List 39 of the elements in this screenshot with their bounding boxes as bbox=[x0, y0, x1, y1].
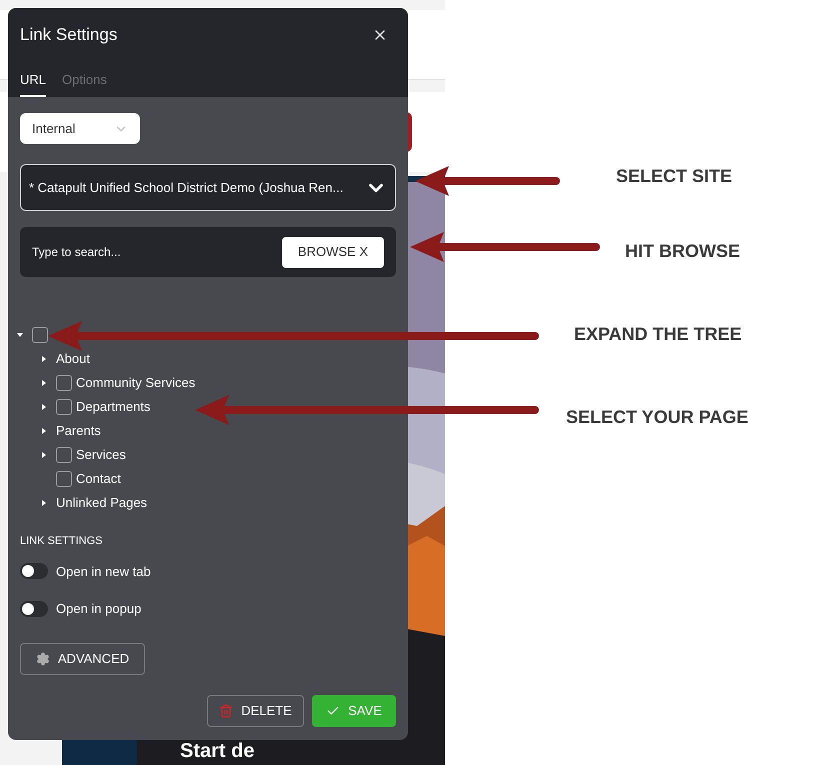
tab[interactable]: URL bbox=[20, 70, 46, 97]
link-type-select[interactable]: Internal bbox=[20, 113, 140, 144]
annotation-label: HIT BROWSE bbox=[625, 240, 740, 263]
checkbox[interactable] bbox=[56, 399, 72, 415]
delete-button[interactable]: DELETE bbox=[207, 694, 304, 726]
advanced-button[interactable]: ADVANCED bbox=[20, 642, 145, 674]
annotation-label: EXPAND THE TREE bbox=[574, 323, 742, 346]
toggle-switch[interactable] bbox=[20, 600, 48, 617]
checkbox[interactable] bbox=[56, 471, 72, 487]
caret-down-icon[interactable] bbox=[16, 331, 24, 339]
trash-icon bbox=[219, 704, 234, 718]
browse-button[interactable]: BROWSE X bbox=[282, 236, 384, 268]
search-field[interactable]: Type to search... BROWSE X bbox=[20, 227, 396, 277]
caret-right-icon[interactable] bbox=[40, 451, 48, 459]
annotation-label: SELECT YOUR PAGE bbox=[566, 406, 748, 429]
checkbox[interactable] bbox=[56, 375, 72, 391]
tree-item[interactable]: Departments bbox=[76, 397, 150, 417]
site-select[interactable]: * Catapult Unified School District Demo (Joshua Ren... bbox=[20, 164, 396, 211]
toggle-label: Open in popup bbox=[56, 600, 142, 618]
tree-item[interactable]: About bbox=[56, 349, 90, 369]
dialog-title: Link Settings bbox=[20, 24, 118, 46]
checkbox[interactable] bbox=[56, 447, 72, 463]
toggle-switch[interactable] bbox=[20, 563, 48, 580]
tree-item[interactable]: Contact bbox=[76, 469, 121, 489]
caret-right-icon[interactable] bbox=[40, 499, 48, 507]
gear-icon bbox=[36, 652, 50, 666]
caret-right-icon[interactable] bbox=[40, 427, 48, 435]
tree-item[interactable]: Unlinked Pages bbox=[56, 493, 148, 513]
checkbox[interactable] bbox=[32, 327, 48, 343]
annotation-label: SELECT SITE bbox=[616, 165, 732, 188]
section-title: LINK SETTINGS bbox=[20, 534, 104, 549]
toggle-label: Open in new tab bbox=[56, 562, 151, 581]
caret-right-icon[interactable] bbox=[40, 355, 48, 363]
tree-item[interactable]: Community Services bbox=[76, 373, 196, 393]
tree-item[interactable]: Services bbox=[76, 445, 126, 465]
caret-right-icon[interactable] bbox=[40, 379, 48, 387]
hero-heading: Start de bbox=[180, 741, 254, 761]
caret-right-icon[interactable] bbox=[40, 403, 48, 411]
tree-item[interactable]: Parents bbox=[56, 421, 101, 441]
